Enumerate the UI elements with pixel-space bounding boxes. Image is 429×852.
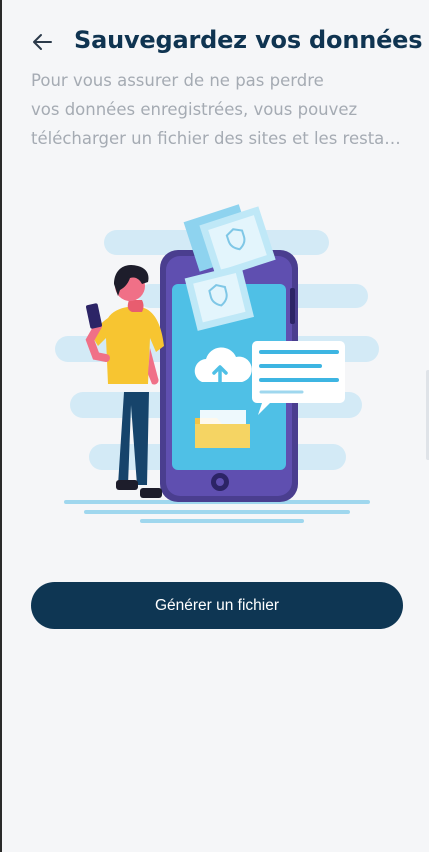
page-title: Sauvegardez vos données [74, 26, 423, 54]
description-line: télécharger un fichier des sites et les … [31, 129, 411, 148]
arrow-left-icon [33, 34, 52, 50]
generate-file-button[interactable]: Générer un fichier [31, 582, 403, 629]
description-text: Pour vous assurer de ne pas perdre vos d… [31, 66, 411, 153]
description-line: Pour vous assurer de ne pas perdre [31, 71, 324, 90]
phone-backup-illustration [52, 196, 382, 526]
description-line: vos données enregistrées, vous pouvez [31, 100, 358, 119]
screen-edge [0, 0, 2, 852]
header: Sauvegardez vos données [0, 18, 429, 68]
back-button[interactable] [24, 24, 60, 60]
